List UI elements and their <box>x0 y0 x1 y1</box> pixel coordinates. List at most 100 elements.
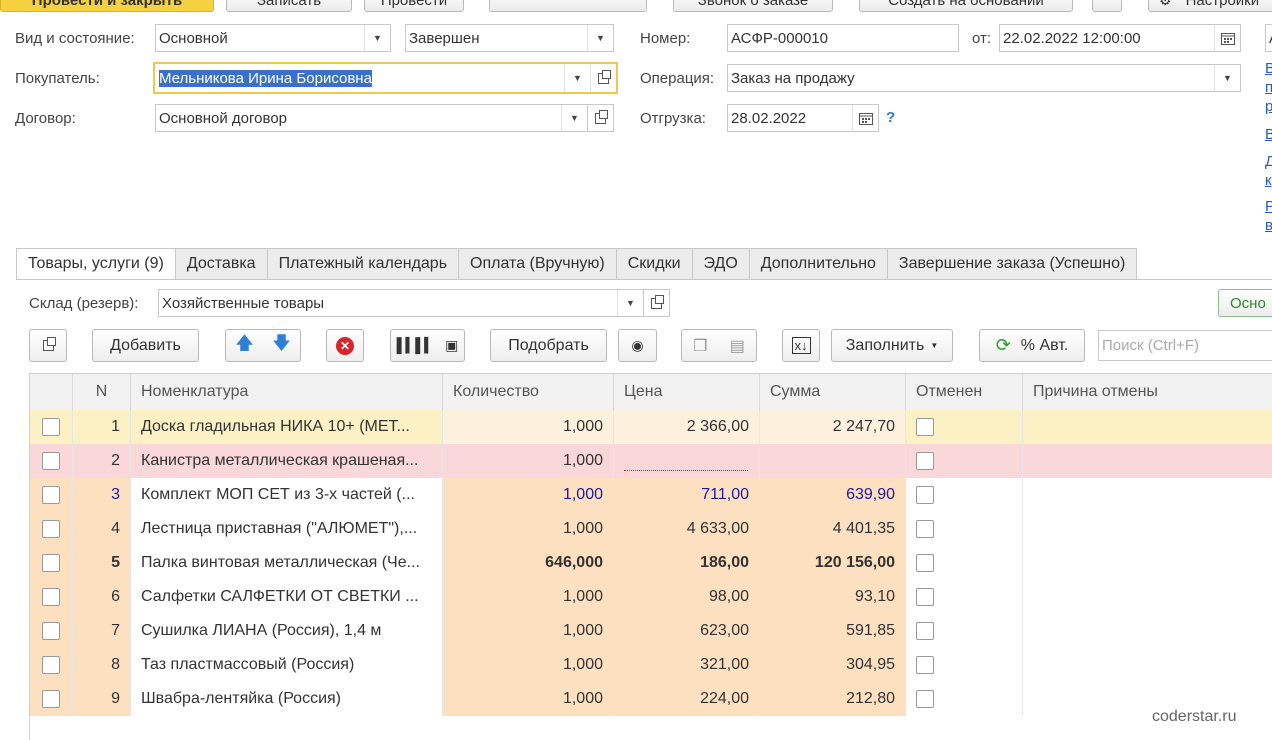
row-checkbox[interactable] <box>42 622 60 640</box>
qty-cell[interactable]: 1,000 <box>443 478 614 512</box>
n-cell[interactable]: 9 <box>73 682 131 716</box>
header-cancelled[interactable]: Отменен <box>906 374 1023 410</box>
header-sum[interactable]: Сумма <box>760 374 906 410</box>
right-link-8[interactable]: в <box>1265 217 1272 234</box>
warehouse-open-button[interactable] <box>644 289 670 317</box>
row-select-cell[interactable] <box>30 546 73 580</box>
cancelled-checkbox[interactable] <box>916 690 934 708</box>
row-select-cell[interactable] <box>30 580 73 614</box>
buyer-field[interactable]: Мельникова Ирина Борисовна ▼ <box>153 62 618 94</box>
cancelled-checkbox[interactable] <box>916 520 934 538</box>
cancelled-cell[interactable] <box>906 410 1023 444</box>
table-row[interactable]: 9 Швабра-лентяйка (Россия) 1,000 224,00 212,… <box>30 682 1272 716</box>
sum-cell[interactable]: 2 247,70 <box>760 410 906 444</box>
post-and-close-button[interactable]: Провести и закрыть <box>0 0 214 12</box>
row-checkbox[interactable] <box>42 418 60 436</box>
n-cell[interactable]: 4 <box>73 512 131 546</box>
item-cell[interactable]: Лестница приставная ("АЛЮМЕТ"),... <box>131 512 443 546</box>
row-select-cell[interactable] <box>30 614 73 648</box>
qty-cell[interactable]: 1,000 <box>443 410 614 444</box>
cancelled-checkbox[interactable] <box>916 554 934 572</box>
tab-edo[interactable]: ЭДО <box>692 248 750 280</box>
item-cell[interactable]: Салфетки САЛФЕТКИ ОТ СВЕТКИ ... <box>131 580 443 614</box>
qty-cell[interactable]: 1,000 <box>443 682 614 716</box>
row-select-cell[interactable] <box>30 648 73 682</box>
price-cell[interactable]: 623,00 <box>614 614 760 648</box>
reason-cell[interactable] <box>1023 614 1272 648</box>
price-cell[interactable]: 711,00 <box>614 478 760 512</box>
calendar-icon[interactable] <box>1214 25 1240 51</box>
item-cell[interactable]: Комплект МОП СЕТ из 3-х частей (... <box>131 478 443 512</box>
row-select-cell[interactable] <box>30 512 73 546</box>
row-select-cell[interactable] <box>30 410 73 444</box>
row-checkbox[interactable] <box>42 486 60 504</box>
header-price[interactable]: Цена <box>614 374 760 410</box>
chevron-down-icon[interactable]: ▼ <box>561 105 587 131</box>
row-checkbox[interactable] <box>42 452 60 470</box>
chevron-down-icon[interactable]: ▼ <box>564 64 590 92</box>
settings-button[interactable]: ⚙Настройки <box>1148 0 1272 12</box>
report-icon[interactable] <box>1092 0 1122 12</box>
tab-order-completion[interactable]: Завершение заказа (Успешно) <box>887 248 1138 280</box>
right-link-3[interactable]: р <box>1265 98 1272 115</box>
qty-cell[interactable]: 1,000 <box>443 580 614 614</box>
chevron-down-icon[interactable]: ▼ <box>587 25 613 51</box>
post-button[interactable]: Провести <box>364 0 464 12</box>
reason-cell[interactable] <box>1023 648 1272 682</box>
sum-cell[interactable]: 4 401,35 <box>760 512 906 546</box>
open-icon[interactable] <box>590 64 616 92</box>
tab-discounts[interactable]: Скидки <box>616 248 693 280</box>
reason-cell[interactable] <box>1023 580 1272 614</box>
row-checkbox[interactable] <box>42 690 60 708</box>
n-cell[interactable]: 2 <box>73 444 131 478</box>
n-cell[interactable]: 6 <box>73 580 131 614</box>
save-button[interactable]: Записать <box>226 0 352 12</box>
sum-cell[interactable] <box>760 444 906 478</box>
state-select[interactable]: Завершен ▼ <box>405 24 614 52</box>
item-cell[interactable]: Доска гладильная НИКА 10+ (МЕТ... <box>131 410 443 444</box>
right-link-6[interactable]: к <box>1265 172 1272 189</box>
price-cell[interactable]: 2 366,00 <box>614 410 760 444</box>
sum-cell[interactable]: 212,80 <box>760 682 906 716</box>
cancelled-checkbox[interactable] <box>916 656 934 674</box>
sum-cell[interactable]: 591,85 <box>760 614 906 648</box>
tab-goods[interactable]: Товары, услуги (9) <box>16 248 176 280</box>
delete-button[interactable]: ✕ <box>326 329 364 362</box>
sum-cell[interactable]: 93,10 <box>760 580 906 614</box>
contract-open-button[interactable] <box>588 104 614 132</box>
order-info-button[interactable]: Звонок о заказе <box>673 0 833 12</box>
date-field[interactable]: 22.02.2022 12:00:00 <box>999 24 1241 52</box>
header-reason[interactable]: Причина отмены <box>1023 374 1272 410</box>
item-cell[interactable]: Швабра-лентяйка (Россия) <box>131 682 443 716</box>
table-row[interactable]: 8 Таз пластмассовый (Россия) 1,000 321,00 30… <box>30 648 1272 682</box>
sum-cell[interactable]: 304,95 <box>760 648 906 682</box>
toolbar-icon-group[interactable] <box>489 0 647 12</box>
right-panel-field[interactable]: А <box>1265 24 1272 52</box>
number-field[interactable]: АСФР-000010 <box>727 24 959 52</box>
n-cell[interactable]: 1 <box>73 410 131 444</box>
chevron-down-icon[interactable]: ▼ <box>1214 65 1240 91</box>
cancelled-checkbox[interactable] <box>916 622 934 640</box>
chevron-down-icon[interactable]: ▼ <box>617 290 643 316</box>
arrow-down-icon[interactable]: 🡇 <box>272 331 291 361</box>
item-cell[interactable]: Сушилка ЛИАНА (Россия), 1,4 м <box>131 614 443 648</box>
sum-cell[interactable]: 639,90 <box>760 478 906 512</box>
arrow-up-icon[interactable]: 🡅 <box>235 331 254 361</box>
cancelled-cell[interactable] <box>906 682 1023 716</box>
item-cell[interactable]: Палка винтовая металлическая (Че... <box>131 546 443 580</box>
kind-select[interactable]: Основной ▼ <box>155 24 391 52</box>
cancelled-cell[interactable] <box>906 648 1023 682</box>
search-input[interactable]: Поиск (Ctrl+F) <box>1098 330 1272 361</box>
create-based-button[interactable]: Создать на основании <box>859 0 1073 12</box>
table-row[interactable]: 6 Салфетки САЛФЕТКИ ОТ СВЕТКИ ... 1,000 98,… <box>30 580 1272 614</box>
row-select-cell[interactable] <box>30 478 73 512</box>
cancelled-cell[interactable] <box>906 580 1023 614</box>
n-cell[interactable]: 8 <box>73 648 131 682</box>
n-cell[interactable]: 7 <box>73 614 131 648</box>
output-list-button[interactable] <box>29 329 67 362</box>
cancelled-cell[interactable] <box>906 444 1023 478</box>
cancelled-cell[interactable] <box>906 478 1023 512</box>
shipment-date-field[interactable]: 28.02.2022 <box>727 104 879 132</box>
tab-payment[interactable]: Оплата (Вручную) <box>459 248 617 280</box>
table-row[interactable]: 7 Сушилка ЛИАНА (Россия), 1,4 м 1,000 623,0… <box>30 614 1272 648</box>
